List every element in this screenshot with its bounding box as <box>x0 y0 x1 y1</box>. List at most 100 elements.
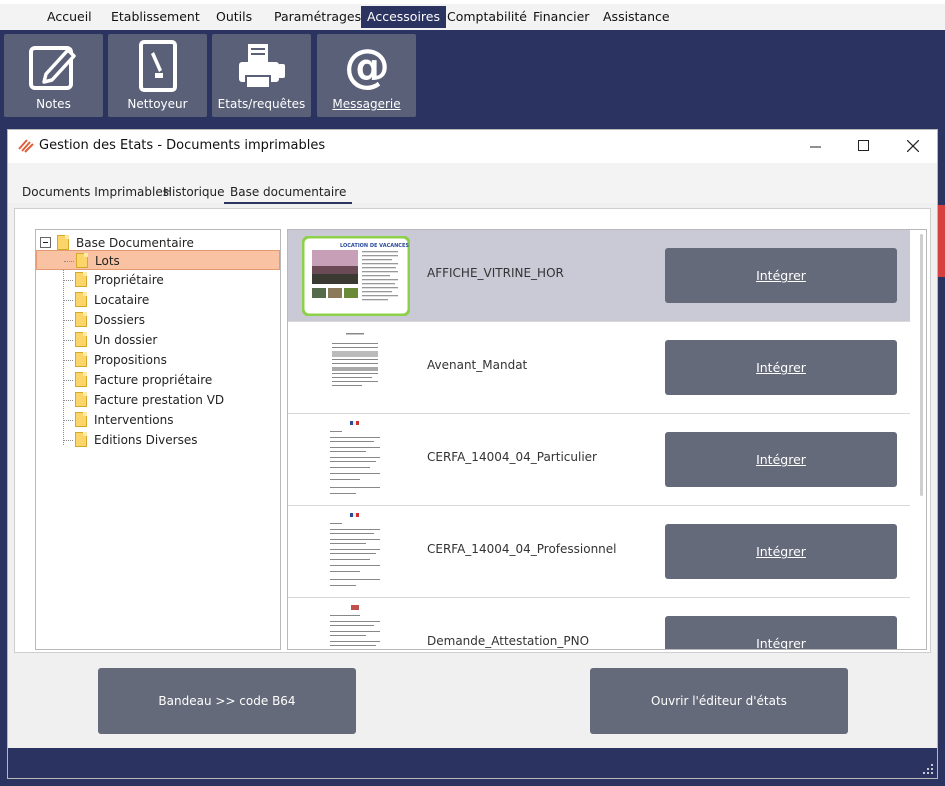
folder-icon <box>57 235 69 250</box>
menu-accueil[interactable]: Accueil <box>41 6 98 28</box>
bandeau-b64-button[interactable]: Bandeau >> code B64 <box>98 668 356 734</box>
document-name: CERFA_14004_04_Professionnel <box>427 542 617 556</box>
folder-icon <box>75 352 87 367</box>
maximize-icon <box>858 140 869 151</box>
integrer-button[interactable]: Intégrer <box>665 616 897 649</box>
etats-requetes-button[interactable]: Etats/requêtes <box>212 34 311 117</box>
tree-node-label: Un dossier <box>94 333 158 347</box>
document-row[interactable]: Demande_Attestation_PNO Intégrer <box>288 598 910 649</box>
tree-connector-h <box>64 261 74 262</box>
close-button[interactable] <box>890 130 936 163</box>
menu-parametrages[interactable]: Paramétrages <box>268 6 367 28</box>
document-list-scrollbar[interactable] <box>916 230 926 649</box>
edit-icon <box>29 46 76 90</box>
integrer-button[interactable]: Intégrer <box>665 524 897 579</box>
document-thumbnail <box>324 509 386 595</box>
tree-node-locataire[interactable]: Locataire <box>36 290 280 310</box>
document-name: Avenant_Mandat <box>427 358 528 372</box>
tree-node-label: Dossiers <box>94 313 145 327</box>
menu-etablissement[interactable]: Etablissement <box>105 6 206 28</box>
background-window-edge <box>938 205 945 277</box>
tree-node-label: Propriétaire <box>94 273 164 287</box>
tree-node-label: Editions Diverses <box>94 433 198 447</box>
tree-node-proprietaire[interactable]: Propriétaire <box>36 270 280 290</box>
minimize-icon <box>810 146 821 148</box>
messagerie-button[interactable]: @ Messagerie <box>317 34 416 117</box>
tree-node-interventions[interactable]: Interventions <box>36 410 280 430</box>
tab-bar: Documents Imprimables Historique Base do… <box>8 163 937 204</box>
dialog-footer <box>8 748 937 778</box>
document-thumbnail <box>324 417 386 503</box>
integrer-label: Intégrer <box>756 544 806 559</box>
tree-connector-h <box>63 420 73 421</box>
ouvrir-editeur-button[interactable]: Ouvrir l'éditeur d'états <box>590 668 848 734</box>
scrollbar-thumb[interactable] <box>920 234 923 496</box>
etats-requetes-label: Etats/requêtes <box>217 97 306 111</box>
document-row[interactable]: CERFA_14004_04_Professionnel Intégrer <box>288 506 910 598</box>
document-row[interactable]: LOCATION DE VACANCES AFFICHE_VITRINE_HOR… <box>288 230 910 322</box>
document-name: Demande_Attestation_PNO <box>427 634 590 648</box>
folder-icon <box>75 372 87 387</box>
document-row[interactable]: Avenant_Mandat Intégrer <box>288 322 910 414</box>
tree-node-un-dossier[interactable]: Un dossier <box>36 330 280 350</box>
menu-financier[interactable]: Financier <box>527 6 595 28</box>
tree-node-dossiers[interactable]: Dossiers <box>36 310 280 330</box>
tree-node-label: Facture propriétaire <box>94 373 213 387</box>
thumb-title: LOCATION DE VACANCES <box>340 243 409 249</box>
folder-icon <box>75 312 87 327</box>
document-list: LOCATION DE VACANCES AFFICHE_VITRINE_HOR… <box>287 229 927 650</box>
integrer-button[interactable]: Intégrer <box>665 340 897 395</box>
tree-connector-h <box>63 400 73 401</box>
tab-historique[interactable]: Historique <box>163 185 225 199</box>
menu-comptabilite[interactable]: Comptabilité <box>441 6 533 28</box>
tree-node-label: Facture prestation VD <box>94 393 225 407</box>
document-name: CERFA_14004_04_Particulier <box>427 450 597 464</box>
maximize-button[interactable] <box>841 130 887 163</box>
folder-icon <box>75 332 87 347</box>
folder-icon <box>75 412 87 427</box>
nettoyeur-button[interactable]: Nettoyeur <box>108 34 207 117</box>
tab-documents-imprimables[interactable]: Documents Imprimables <box>22 185 169 199</box>
menu-assistance[interactable]: Assistance <box>597 6 676 28</box>
menu-accessoires[interactable]: Accessoires <box>361 6 446 28</box>
tree-connector-h <box>63 300 73 301</box>
integrer-button[interactable]: Intégrer <box>665 248 897 303</box>
document-name: AFFICHE_VITRINE_HOR <box>427 266 564 280</box>
tree-node-editions-diverses[interactable]: Editions Diverses <box>36 430 280 450</box>
tree-node-lots[interactable]: Lots <box>36 250 280 270</box>
folder-icon <box>75 432 87 447</box>
category-tree: Base Documentaire Lots Propriétaire Loca… <box>35 229 281 650</box>
folder-icon <box>75 292 87 307</box>
tree-node-label: Lots <box>95 254 120 268</box>
dialog-title: Gestion des Etats - Documents imprimable… <box>39 138 326 153</box>
cleaner-icon <box>139 40 177 92</box>
folder-icon <box>76 253 88 268</box>
nettoyeur-label: Nettoyeur <box>127 97 188 111</box>
at-icon: @ <box>344 40 390 92</box>
menu-outils[interactable]: Outils <box>210 6 258 28</box>
resize-grip-icon[interactable] <box>923 764 933 774</box>
document-thumbnail <box>324 325 386 411</box>
gestion-etats-dialog: Gestion des Etats - Documents imprimable… <box>7 129 938 779</box>
printer-icon <box>239 44 285 89</box>
svg-text:@: @ <box>344 40 390 92</box>
base-documentaire-panel: Base Documentaire Lots Propriétaire Loca… <box>14 208 931 653</box>
affiche-thumbnail: LOCATION DE VACANCES <box>302 236 410 316</box>
tree-node-propositions[interactable]: Propositions <box>36 350 280 370</box>
document-row[interactable]: CERFA_14004_04_Particulier Intégrer <box>288 414 910 506</box>
folder-icon <box>75 272 87 287</box>
document-thumbnail <box>324 601 386 649</box>
tree-connector-h <box>63 340 73 341</box>
integrer-button[interactable]: Intégrer <box>665 432 897 487</box>
ribbon: Notes Nettoyeur Etats/requêtes @ Message… <box>0 30 945 125</box>
tree-connector-h <box>63 280 73 281</box>
tree-node-facture-proprietaire[interactable]: Facture propriétaire <box>36 370 280 390</box>
collapse-icon[interactable] <box>40 237 51 248</box>
notes-button[interactable]: Notes <box>4 34 103 117</box>
minimize-button[interactable] <box>793 130 839 163</box>
tab-base-documentaire[interactable]: Base documentaire <box>224 185 353 204</box>
tree-node-label: Locataire <box>94 293 150 307</box>
tree-node-facture-prestation-vd[interactable]: Facture prestation VD <box>36 390 280 410</box>
integrer-label: Intégrer <box>756 360 806 375</box>
menu-bar: Accueil Etablissement Outils Paramétrage… <box>0 0 945 30</box>
